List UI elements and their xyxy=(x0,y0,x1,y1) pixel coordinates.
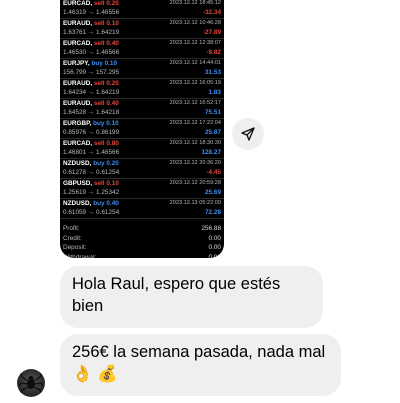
summary-row: Profit: 256.88 xyxy=(60,224,224,233)
trade-symbol: NZDUSD, buy 0.40 xyxy=(63,200,119,207)
trade-profit: 31.53 xyxy=(205,69,221,76)
trade-datetime: 2023.12.12 18:30:30 xyxy=(169,140,221,146)
trade-profit: 25.87 xyxy=(205,129,221,136)
share-arrow-icon xyxy=(241,127,255,141)
avatar[interactable] xyxy=(17,369,45,397)
trade-side: sell 0.10 xyxy=(93,20,119,27)
trade-symbol: EURAUD, sell 0.40 xyxy=(63,100,119,107)
trade-row: EURAUD, sell 0.40 1.64528 → 1.64218 2023.1… xyxy=(60,99,224,119)
trade-prices: 1.46801 → 1.46566 xyxy=(63,149,120,156)
trade-side: sell 0.40 xyxy=(93,40,119,47)
trade-row: EURAUD, sell 0.20 1.64234 → 1.64219 2023.1… xyxy=(60,79,224,99)
trade-profit: -27.89 xyxy=(202,29,221,36)
trade-datetime: 2023.12.12 17:22:04 xyxy=(169,120,221,126)
trade-side: sell 0.80 xyxy=(93,140,119,147)
trade-datetime: 2023.12.12 16:52:17 xyxy=(169,100,221,106)
trade-datetime: 2023.12.12 10:46:28 xyxy=(169,20,221,26)
trade-datetime: 2023.12.12 18:45:12 xyxy=(169,0,221,6)
trade-side: sell 0.20 xyxy=(93,80,119,87)
trade-prices: 156.799 → 157.295 xyxy=(63,69,120,76)
trade-side: buy 0.10 xyxy=(91,60,118,67)
trade-side: sell 0.20 xyxy=(93,0,119,7)
trade-datetime: 2023.12.12 12:38:07 xyxy=(169,40,221,46)
spider-avatar-icon xyxy=(18,372,44,395)
trade-datetime: 2023.12.13 05:22:09 xyxy=(169,200,221,206)
trade-prices: 1.46530 → 1.46566 xyxy=(63,49,120,56)
trade-row: EURAUD, sell 0.10 1.63761 → 1.64219 2023.1… xyxy=(60,19,224,39)
trade-symbol: EURAUD, sell 0.20 xyxy=(63,80,119,87)
summary-value: 0.00 xyxy=(208,253,221,259)
trade-profit: 1.83 xyxy=(208,89,221,96)
trade-side: buy 0.20 xyxy=(93,160,119,167)
trade-profit: 25.69 xyxy=(205,189,221,196)
summary-row: Credit: 0.00 xyxy=(60,234,224,243)
trade-row: GBPUSD, sell 0.10 1.25619 → 1.25342 2023.1… xyxy=(60,179,224,199)
trade-history-screenshot[interactable]: EURCAD, sell 0.20 1.46319 → 1.46556 2023.1… xyxy=(60,0,224,258)
trade-profit: 72.28 xyxy=(205,209,221,216)
divider xyxy=(60,218,224,219)
trade-row: EURJPY, buy 0.10 156.799 → 157.295 2023.12… xyxy=(60,59,224,79)
trade-symbol: EURCAD, sell 0.40 xyxy=(63,40,119,47)
trade-datetime: 2023.12.12 20:59:28 xyxy=(169,180,221,186)
trade-row: EURCAD, sell 0.80 1.46801 → 1.46566 2023.1… xyxy=(60,139,224,159)
trade-profit: -32.34 xyxy=(202,9,221,16)
trade-row: EURGBP, buy 0.10 0.85976 → 0.86199 2023.12… xyxy=(60,119,224,139)
trade-profit: -4.45 xyxy=(206,169,221,176)
trade-row: NZDUSD, buy 0.40 0.61059 → 0.61254 2023.12… xyxy=(60,199,224,219)
summary-label: Profit: xyxy=(63,225,80,232)
summary-value: 256.88 xyxy=(201,225,221,232)
trade-datetime: 2023.12.12 14:44:01 xyxy=(169,60,221,66)
trade-datetime: 2023.12.12 20:36:20 xyxy=(169,160,221,166)
trade-prices: 0.85976 → 0.86199 xyxy=(63,129,120,136)
trade-symbol: EURAUD, sell 0.10 xyxy=(63,20,119,27)
trade-side: sell 0.40 xyxy=(93,100,119,107)
summary-row: Deposit: 0.00 xyxy=(60,243,224,252)
trade-side: sell 0.10 xyxy=(93,180,119,187)
trade-row: NZDUSD, buy 0.20 0.61278 → 0.61254 2023.12… xyxy=(60,159,224,179)
trade-prices: 1.46319 → 1.46556 xyxy=(63,9,120,16)
trade-prices: 1.25619 → 1.25342 xyxy=(63,189,120,196)
trade-row: EURCAD, sell 0.40 1.46530 → 1.46566 2023.1… xyxy=(60,39,224,59)
trade-profit: 75.51 xyxy=(205,109,221,116)
trade-symbol: EURCAD, sell 0.20 xyxy=(63,0,119,7)
trade-symbol: EURJPY, buy 0.10 xyxy=(63,60,118,67)
trade-profit: -9.82 xyxy=(206,49,221,56)
trade-prices: 0.61278 → 0.61254 xyxy=(63,169,120,176)
summary-label: Withdrawal: xyxy=(63,253,97,259)
trade-side: buy 0.40 xyxy=(93,200,119,207)
message-bubble[interactable]: Hola Raul, espero que estés bien xyxy=(60,266,323,328)
trade-row: EURCAD, sell 0.20 1.46319 → 1.46556 2023.1… xyxy=(60,0,224,19)
message-text: Hola Raul, espero que estés bien xyxy=(72,275,281,315)
summary-label: Deposit: xyxy=(63,244,87,251)
message-text: 256€ la semana pasada, nada mal 👌 💰 xyxy=(72,343,326,383)
trade-symbol: EURGBP, buy 0.10 xyxy=(63,120,119,127)
trade-symbol: GBPUSD, sell 0.10 xyxy=(63,180,119,187)
trade-prices: 1.63761 → 1.64219 xyxy=(63,29,120,36)
message-bubble[interactable]: 256€ la semana pasada, nada mal 👌 💰 xyxy=(60,334,341,396)
trade-symbol: EURCAD, sell 0.80 xyxy=(63,140,119,147)
trade-symbol: NZDUSD, buy 0.20 xyxy=(63,160,119,167)
trade-profit: 128.27 xyxy=(201,149,221,156)
trade-datetime: 2023.12.12 16:05:19 xyxy=(169,80,221,86)
share-button[interactable] xyxy=(232,118,264,150)
trade-side: buy 0.10 xyxy=(93,120,119,127)
summary-row: Withdrawal: 0.00 xyxy=(60,253,224,259)
summary-value: 0.00 xyxy=(208,234,221,242)
trade-prices: 0.61059 → 0.61254 xyxy=(63,209,120,216)
trade-prices: 1.64528 → 1.64218 xyxy=(63,109,120,116)
summary-value: 0.00 xyxy=(208,244,221,251)
summary-label: Credit: xyxy=(63,234,82,242)
trade-prices: 1.64234 → 1.64219 xyxy=(63,89,120,96)
